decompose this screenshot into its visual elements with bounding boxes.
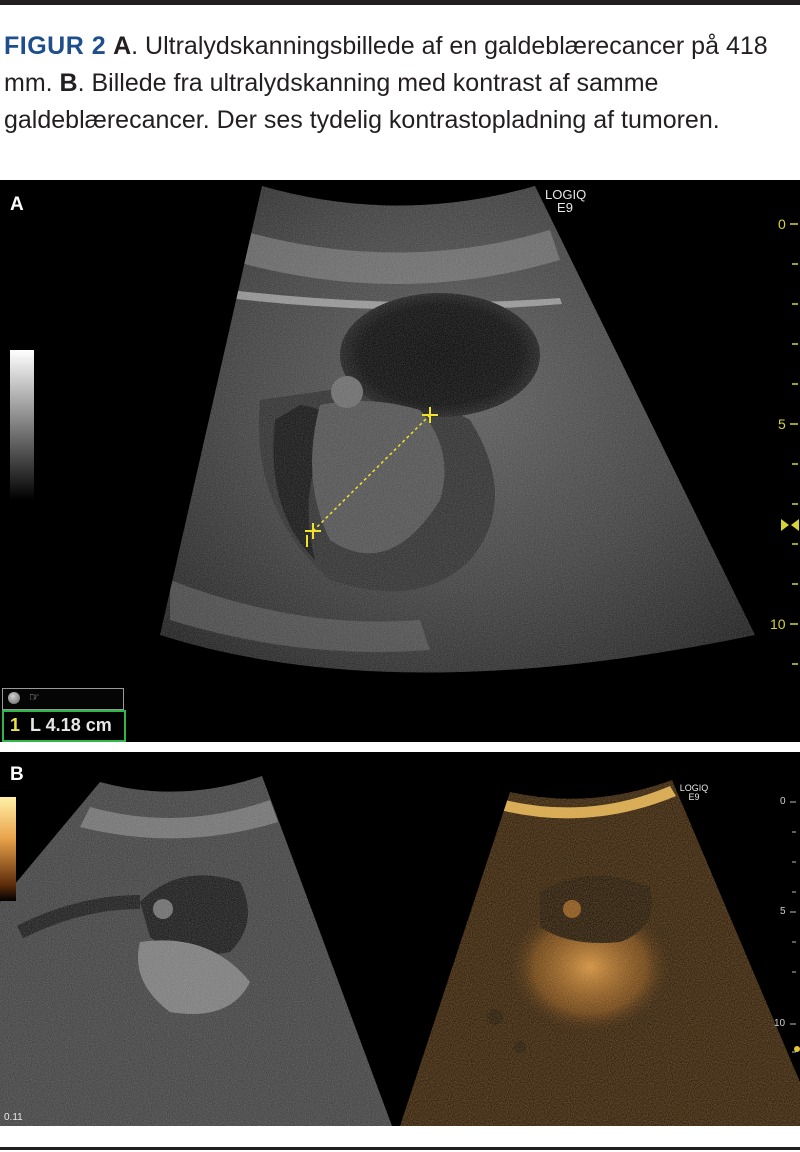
orange-contrast-bar xyxy=(0,797,16,901)
depth-b-label-5: 5 xyxy=(780,906,786,917)
depth-label-5: 5 xyxy=(778,416,786,432)
ultrasound-image-a xyxy=(160,186,799,673)
depth-b-label-0: 0 xyxy=(780,796,786,807)
depth-label-0: 0 xyxy=(778,216,786,232)
record-icon[interactable] xyxy=(8,692,20,704)
logiq-logo-b: LOGIQ E9 xyxy=(676,784,712,802)
bottom-rule xyxy=(0,1147,800,1150)
ultrasound-panel-b: B LOGIQ E9 0 5 10 0.11 xyxy=(0,752,800,1126)
depth-b-label-10: 10 xyxy=(774,1018,786,1029)
caption-b-text: . Billede fra ultralydskanning med kontr… xyxy=(4,69,720,134)
panel-b-label: B xyxy=(10,764,24,785)
hand-cursor-icon[interactable]: ☞ xyxy=(29,690,40,704)
depth-label-10: 10 xyxy=(770,616,786,632)
figure-caption: FIGUR 2 A. Ultralydskanningsbillede af e… xyxy=(4,28,794,139)
measurement-value: L 4.18 cm xyxy=(30,715,112,735)
bottom-left-readout: 0.11 xyxy=(4,1112,23,1123)
panel-a-label: A xyxy=(10,194,24,215)
ultrasound-image-b xyxy=(0,776,800,1126)
top-rule xyxy=(0,0,800,5)
measurement-tool-box[interactable]: ☞ xyxy=(2,688,124,710)
depth-scale-a xyxy=(790,223,798,665)
caption-a-label: A xyxy=(113,32,132,60)
focus-marker-icon[interactable] xyxy=(781,519,799,531)
logo-b-line-2: E9 xyxy=(688,792,700,802)
caption-b-label: B xyxy=(59,69,78,97)
logo-line-2: E9 xyxy=(557,200,573,215)
ultrasound-panel-a: A LOGIQ E9 0 5 10 ☞ 1 L 4.18 cm xyxy=(0,180,800,742)
measurement-readout: 1 L 4.18 cm xyxy=(2,710,126,742)
figure-label: FIGUR 2 xyxy=(4,32,107,60)
measurement-number: 1 xyxy=(10,715,21,735)
focus-marker-b-icon[interactable] xyxy=(794,1046,800,1052)
logiq-logo-a: LOGIQ E9 xyxy=(545,188,586,215)
greyscale-bar xyxy=(10,350,34,500)
depth-scale-b xyxy=(790,801,796,1053)
